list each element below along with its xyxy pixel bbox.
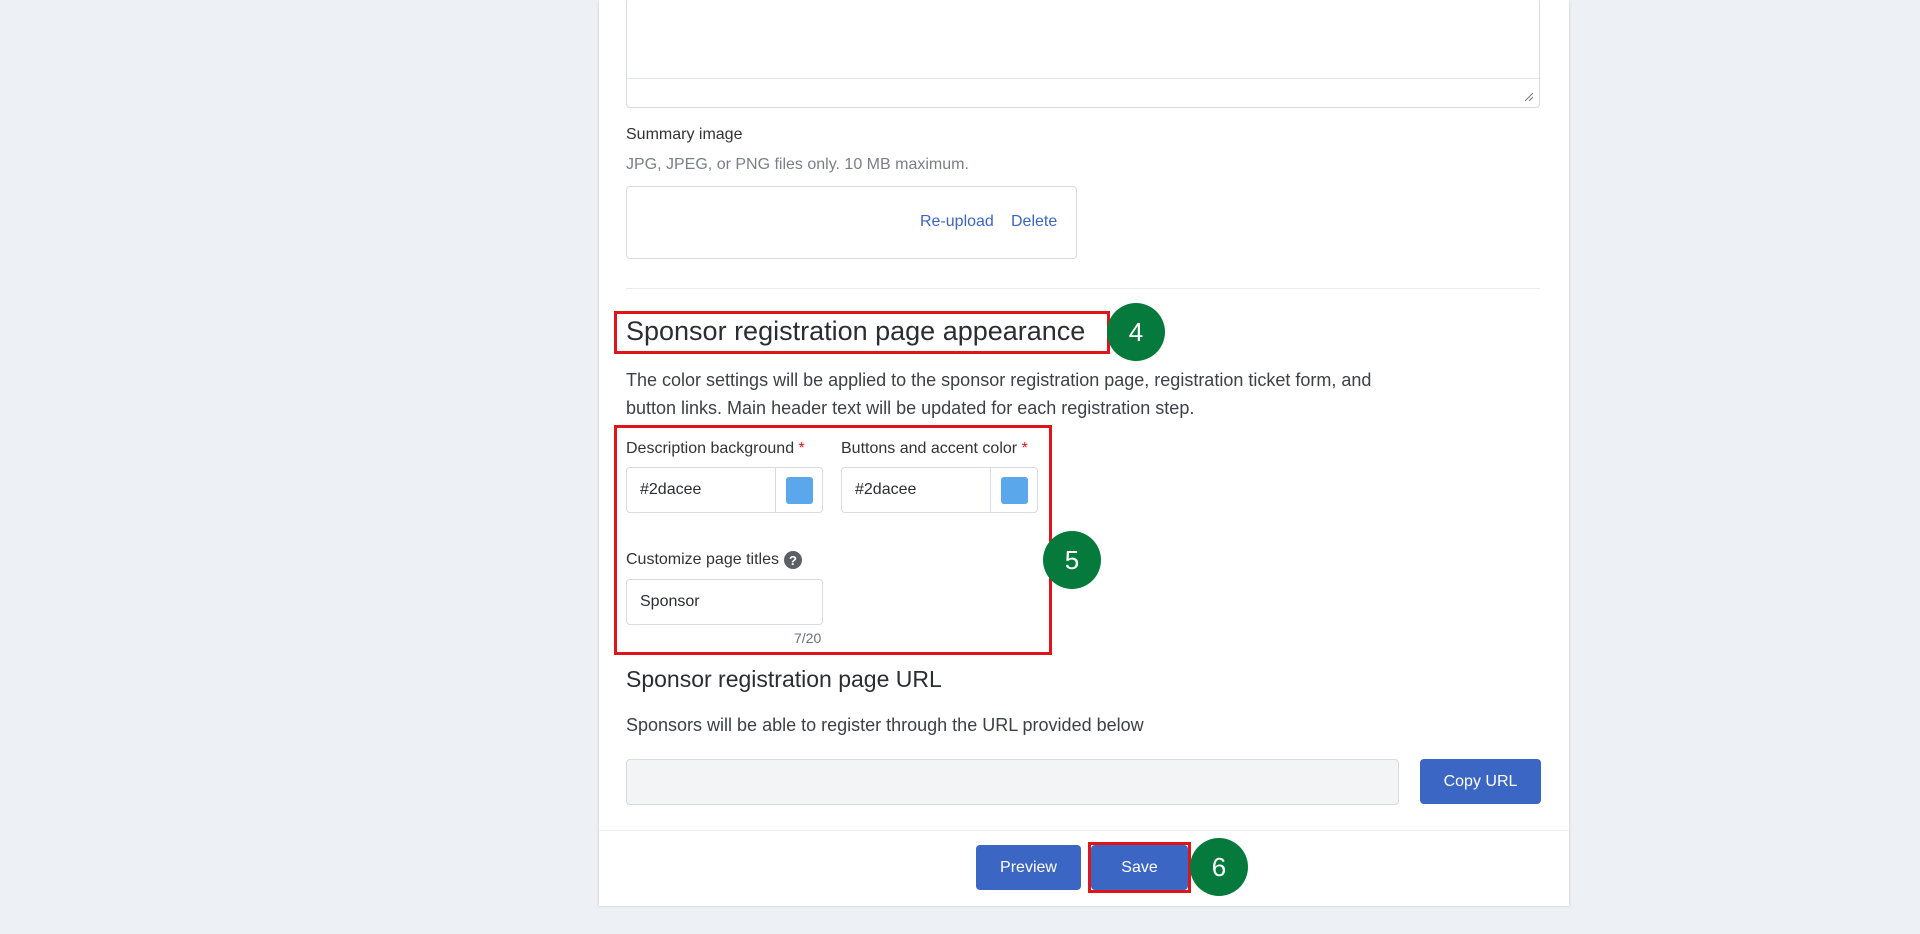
color-picker-trigger[interactable] bbox=[775, 468, 822, 512]
save-button[interactable]: Save bbox=[1091, 845, 1188, 890]
registration-url-field[interactable] bbox=[626, 759, 1399, 805]
help-icon[interactable]: ? bbox=[783, 551, 802, 569]
description-background-label-text: Description background bbox=[626, 440, 795, 457]
summary-image-label: Summary image bbox=[626, 126, 743, 143]
summary-image-upload bbox=[626, 186, 1077, 259]
character-counter: 7/20 bbox=[794, 630, 822, 646]
accent-color-value: #2dacee bbox=[855, 481, 917, 498]
section-divider bbox=[626, 288, 1540, 289]
description-textarea[interactable] bbox=[626, 0, 1540, 108]
preview-button[interactable]: Preview bbox=[976, 845, 1081, 890]
page-titles-label: Customize page titles ? bbox=[626, 551, 802, 569]
accent-color-label: Buttons and accent color * bbox=[841, 440, 1028, 458]
step-badge-5: 5 bbox=[1043, 531, 1101, 589]
appearance-description: The color settings will be applied to th… bbox=[626, 370, 1372, 418]
delete-link[interactable]: Delete bbox=[1011, 213, 1057, 231]
textarea-toolbar-divider bbox=[627, 78, 1539, 79]
accent-color-input[interactable]: #2dacee bbox=[841, 467, 1038, 513]
description-background-value: #2dacee bbox=[640, 481, 702, 498]
url-section-title: Sponsor registration page URL bbox=[626, 666, 942, 692]
required-mark: * bbox=[1021, 440, 1028, 457]
appearance-title: Sponsor registration page appearance bbox=[626, 316, 1086, 346]
url-section-description: Sponsors will be able to register throug… bbox=[626, 715, 1144, 735]
color-picker-trigger[interactable] bbox=[990, 468, 1037, 512]
step-badge-4: 4 bbox=[1107, 303, 1165, 361]
description-background-label: Description background * bbox=[626, 440, 805, 458]
copy-url-button[interactable]: Copy URL bbox=[1420, 759, 1541, 804]
summary-image-hint: JPG, JPEG, or PNG files only. 10 MB maxi… bbox=[626, 156, 969, 173]
resize-grip-icon[interactable] bbox=[1524, 92, 1534, 102]
page-titles-label-text: Customize page titles bbox=[626, 551, 779, 568]
description-background-input[interactable]: #2dacee bbox=[626, 467, 823, 513]
step-badge-6: 6 bbox=[1190, 838, 1248, 896]
color-swatch-icon bbox=[785, 476, 813, 504]
page-titles-input[interactable]: Sponsor bbox=[626, 579, 823, 625]
color-swatch-icon bbox=[1000, 476, 1028, 504]
reupload-link[interactable]: Re-upload bbox=[920, 213, 994, 231]
form-footer bbox=[599, 830, 1569, 906]
required-mark: * bbox=[798, 440, 805, 457]
accent-color-label-text: Buttons and accent color bbox=[841, 440, 1018, 457]
